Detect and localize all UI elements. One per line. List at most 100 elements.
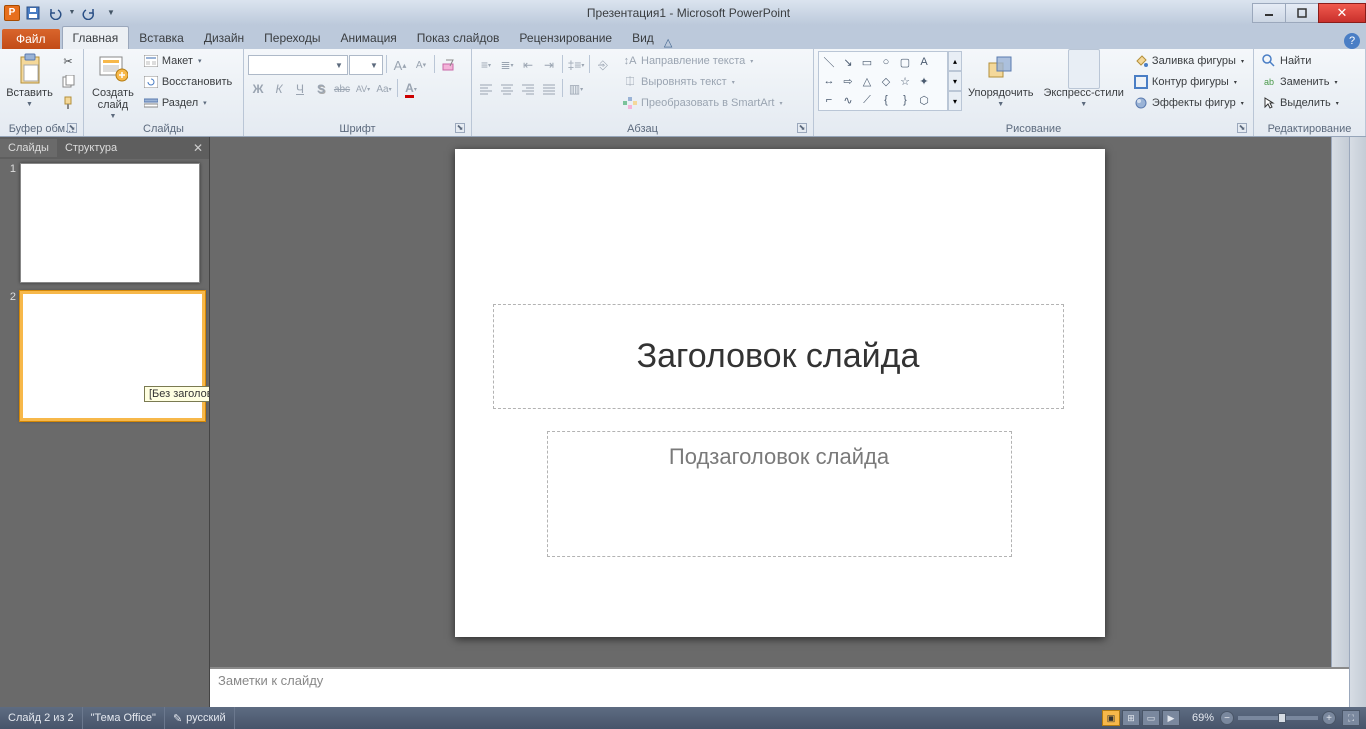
- help-button[interactable]: ?: [1344, 33, 1360, 49]
- shape-diamond[interactable]: ◇: [877, 72, 895, 90]
- strike-button[interactable]: abc: [332, 79, 352, 99]
- shape-star[interactable]: ☆: [896, 72, 914, 90]
- side-panel-close[interactable]: ✕: [193, 141, 203, 155]
- shape-oval[interactable]: ○: [877, 53, 895, 71]
- zoom-thumb[interactable]: [1278, 713, 1286, 723]
- shape-elbow[interactable]: ⌐: [820, 91, 838, 109]
- layout-button[interactable]: Макет ▾: [140, 51, 235, 71]
- shape-textbox[interactable]: A: [915, 53, 933, 71]
- thumbnail-list[interactable]: 1 2 [Без заголовка]: [0, 159, 209, 707]
- qat-customize[interactable]: ▼: [102, 4, 120, 22]
- tab-view[interactable]: Вид: [622, 27, 664, 49]
- align-center-button[interactable]: [497, 79, 517, 99]
- shapes-more[interactable]: ▾: [948, 91, 962, 111]
- shape-doublearrow[interactable]: ↔: [820, 72, 838, 90]
- align-text-button[interactable]: ⎅Выровнять текст▾: [619, 72, 785, 92]
- shape-brace2[interactable]: }: [896, 91, 914, 109]
- underline-button[interactable]: Ч: [290, 79, 310, 99]
- arrange-button[interactable]: Упорядочить▼: [964, 51, 1037, 110]
- zoom-out-button[interactable]: −: [1220, 711, 1234, 725]
- powerpoint-icon[interactable]: P: [4, 5, 20, 21]
- bold-button[interactable]: Ж: [248, 79, 268, 99]
- clear-format-button[interactable]: [438, 55, 458, 75]
- find-button[interactable]: Найти: [1258, 51, 1342, 71]
- notes-pane[interactable]: Заметки к слайду: [210, 667, 1349, 707]
- zoom-percent[interactable]: 69%: [1192, 712, 1214, 724]
- increase-indent-button[interactable]: ⇥: [539, 55, 559, 75]
- minimize-button[interactable]: [1252, 3, 1286, 23]
- file-tab[interactable]: Файл: [2, 29, 60, 49]
- side-tab-outline[interactable]: Структура: [57, 139, 125, 157]
- cut-button[interactable]: ✂: [57, 51, 79, 71]
- fit-window-button[interactable]: ⛶: [1342, 710, 1360, 726]
- shapes-scroll-up[interactable]: ▴: [948, 51, 962, 71]
- grow-font-button[interactable]: A▴: [390, 55, 410, 75]
- tab-slideshow[interactable]: Показ слайдов: [407, 27, 510, 49]
- shape-curve[interactable]: ∿: [839, 91, 857, 109]
- shape-brace[interactable]: {: [877, 91, 895, 109]
- maximize-button[interactable]: [1285, 3, 1319, 23]
- shadow-button[interactable]: S: [311, 79, 331, 99]
- slide-canvas-area[interactable]: Заголовок слайда Подзаголовок слайда: [210, 137, 1349, 667]
- shape-roundrect[interactable]: ▢: [896, 53, 914, 71]
- slideshow-view-button[interactable]: ▶: [1162, 710, 1180, 726]
- undo-dropdown[interactable]: ▼: [68, 4, 76, 22]
- minimize-ribbon-icon[interactable]: △: [664, 36, 672, 49]
- thumbnail-1[interactable]: 1: [4, 163, 205, 283]
- line-spacing-button[interactable]: ‡≡▾: [566, 55, 586, 75]
- reset-button[interactable]: Восстановить: [140, 72, 235, 92]
- tab-home[interactable]: Главная: [62, 26, 130, 49]
- font-size-combo[interactable]: ▼: [349, 55, 383, 75]
- zoom-slider[interactable]: [1238, 716, 1318, 720]
- shapes-gallery[interactable]: ＼ ↘ ▭ ○ ▢ A ↔ ⇨ △ ◇ ☆ ✦ ⌐ ∿ ⟋ { }: [818, 51, 948, 111]
- clipboard-launcher[interactable]: ⬊: [67, 123, 77, 133]
- shape-outline-button[interactable]: Контур фигуры▾: [1130, 72, 1247, 92]
- shape-rect[interactable]: ▭: [858, 53, 876, 71]
- new-slide-button[interactable]: Создать слайд ▼: [88, 51, 138, 122]
- thumbnail-2[interactable]: 2 [Без заголовка]: [4, 291, 205, 421]
- shape-triangle[interactable]: △: [858, 72, 876, 90]
- smartart-button[interactable]: Преобразовать в SmartArt▾: [619, 93, 785, 113]
- side-tab-slides[interactable]: Слайды: [0, 139, 57, 157]
- bullets-button[interactable]: ≡▾: [476, 55, 496, 75]
- align-right-button[interactable]: [518, 79, 538, 99]
- shape-fill-button[interactable]: Заливка фигуры▾: [1130, 51, 1247, 71]
- status-language[interactable]: ✎русский: [165, 707, 235, 729]
- text-direction-icon[interactable]: ⎆: [593, 55, 613, 75]
- change-case-button[interactable]: Aa▾: [374, 79, 394, 99]
- tab-transitions[interactable]: Переходы: [254, 27, 330, 49]
- section-button[interactable]: Раздел ▾: [140, 93, 235, 113]
- vertical-scrollbar[interactable]: [1349, 137, 1366, 707]
- shapes-scroll-down[interactable]: ▾: [948, 71, 962, 91]
- status-slide-number[interactable]: Слайд 2 из 2: [0, 707, 83, 729]
- shape-effects-button[interactable]: Эффекты фигур▾: [1130, 93, 1247, 113]
- align-left-button[interactable]: [476, 79, 496, 99]
- drawing-launcher[interactable]: ⬊: [1237, 123, 1247, 133]
- paragraph-launcher[interactable]: ⬊: [797, 123, 807, 133]
- save-button[interactable]: [24, 4, 42, 22]
- zoom-in-button[interactable]: +: [1322, 711, 1336, 725]
- format-painter-button[interactable]: [57, 93, 79, 113]
- justify-button[interactable]: [539, 79, 559, 99]
- shape-freeform[interactable]: ⟋: [858, 91, 876, 109]
- italic-button[interactable]: К: [269, 79, 289, 99]
- paste-button[interactable]: Вставить ▼: [4, 51, 55, 110]
- thumb-preview[interactable]: [20, 163, 200, 283]
- shape-hexagon[interactable]: ⬡: [915, 91, 933, 109]
- close-button[interactable]: ✕: [1318, 3, 1366, 23]
- title-placeholder[interactable]: Заголовок слайда: [493, 304, 1064, 409]
- sorter-view-button[interactable]: ⊞: [1122, 710, 1140, 726]
- font-name-combo[interactable]: ▼: [248, 55, 348, 75]
- numbering-button[interactable]: ≣▾: [497, 55, 517, 75]
- tab-animation[interactable]: Анимация: [330, 27, 406, 49]
- tab-review[interactable]: Рецензирование: [509, 27, 622, 49]
- normal-view-button[interactable]: ▣: [1102, 710, 1120, 726]
- shape-callout[interactable]: ✦: [915, 72, 933, 90]
- replace-button[interactable]: abЗаменить▾: [1258, 72, 1342, 92]
- font-launcher[interactable]: ⬊: [455, 123, 465, 133]
- char-spacing-button[interactable]: AV▾: [353, 79, 373, 99]
- slide[interactable]: Заголовок слайда Подзаголовок слайда: [455, 149, 1105, 637]
- subtitle-placeholder[interactable]: Подзаголовок слайда: [547, 431, 1012, 557]
- reading-view-button[interactable]: ▭: [1142, 710, 1160, 726]
- status-theme[interactable]: "Тема Office": [83, 707, 165, 729]
